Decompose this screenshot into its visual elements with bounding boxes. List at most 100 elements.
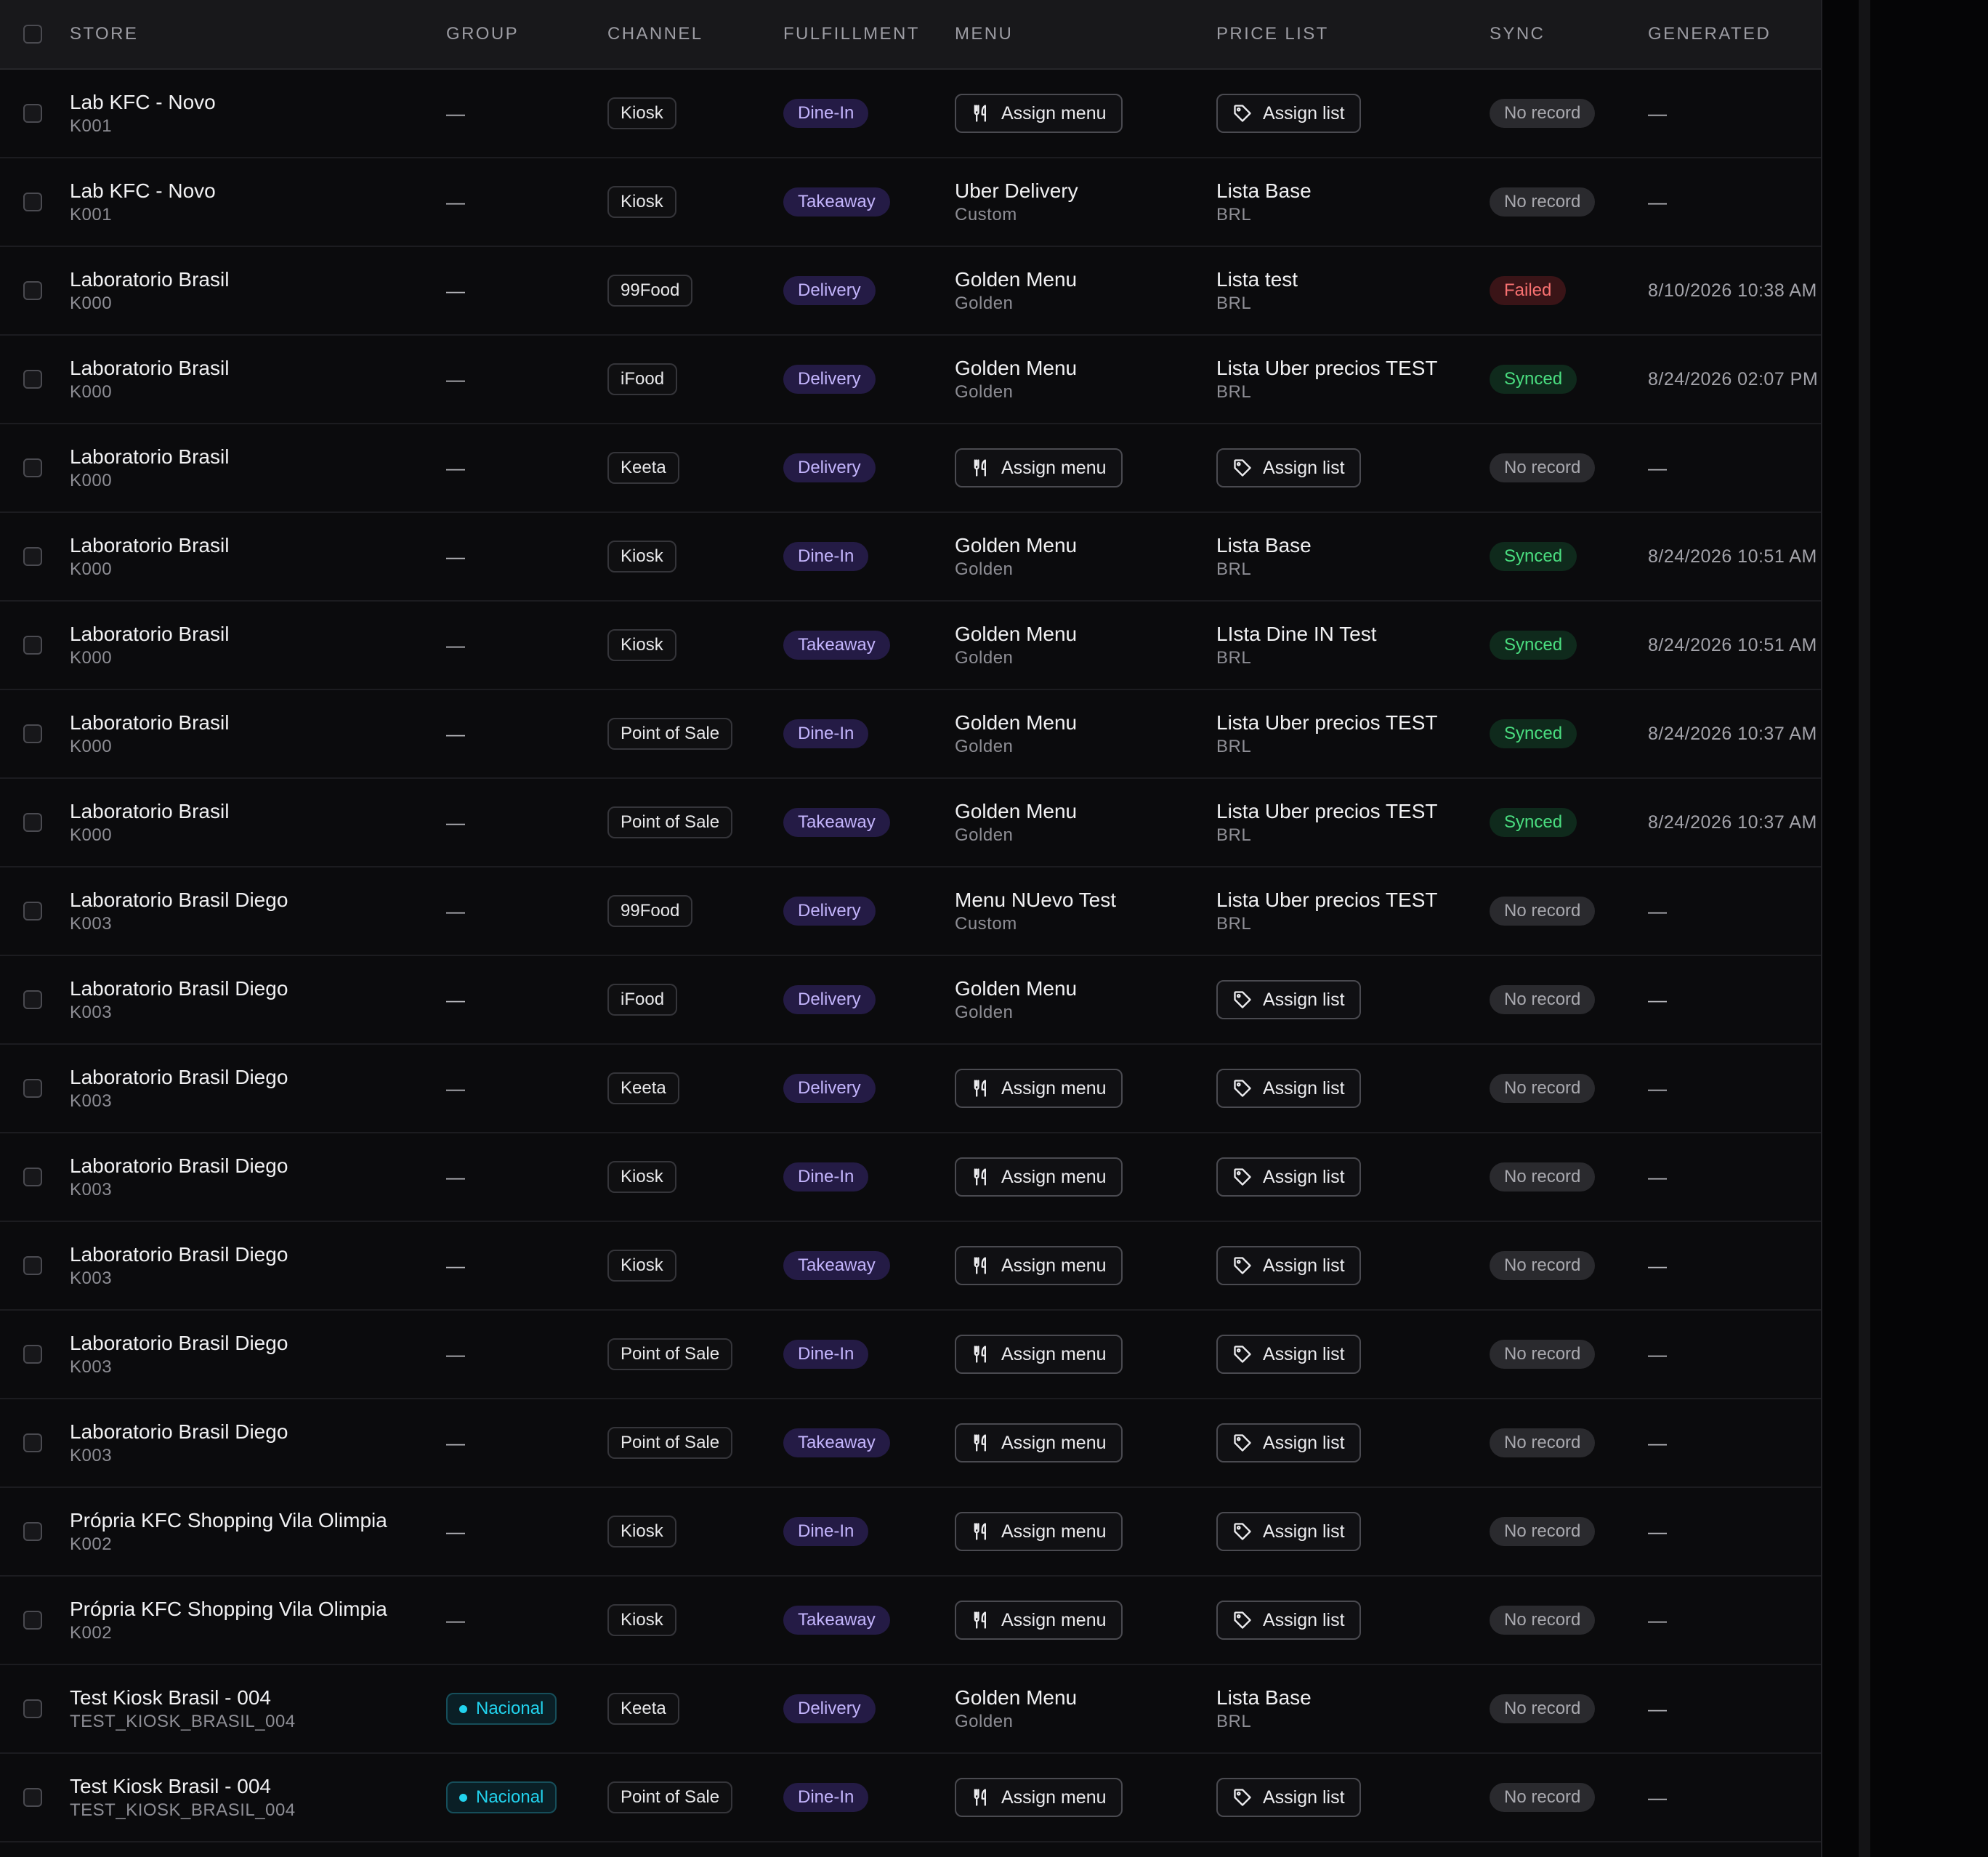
row-checkbox[interactable] [23, 1168, 42, 1186]
price-list-cell: Lista Base BRL [1216, 158, 1312, 246]
group-cell: Nacional [446, 1754, 557, 1841]
assign-menu-button[interactable]: Assign menu [955, 1512, 1123, 1551]
menu-type: Golden [955, 737, 1014, 756]
assign-list-button[interactable]: Assign list [1216, 1601, 1361, 1640]
tag-icon [1232, 1255, 1253, 1276]
row-checkbox[interactable] [23, 104, 42, 123]
row-checkbox[interactable] [23, 1433, 42, 1452]
group-empty: — [446, 1520, 465, 1542]
assign-menu-button[interactable]: Assign menu [955, 1246, 1123, 1285]
scrollbar-track[interactable] [1859, 0, 1870, 1857]
assign-menu-button[interactable]: Assign menu [955, 1778, 1123, 1817]
header-sync[interactable]: SYNC [1490, 0, 1545, 68]
table-row[interactable]: Laboratorio Brasil Diego K003 — Point of… [0, 1311, 1821, 1399]
assign-list-button[interactable]: Assign list [1216, 1246, 1361, 1285]
row-checkbox[interactable] [23, 724, 42, 743]
store-code: K002 [70, 1534, 113, 1554]
assign-menu-button[interactable]: Assign menu [955, 1601, 1123, 1640]
select-all-checkbox[interactable] [23, 25, 42, 44]
store-name: Laboratorio Brasil Diego [70, 1332, 288, 1354]
table-row[interactable]: Laboratorio Brasil K000 — Point of Sale … [0, 690, 1821, 779]
assign-list-button[interactable]: Assign list [1216, 1069, 1361, 1108]
assign-menu-button[interactable]: Assign menu [955, 448, 1123, 487]
table-row[interactable]: Laboratorio Brasil Diego K003 — Point of… [0, 1399, 1821, 1488]
channel-chip: Kiosk [607, 1250, 676, 1282]
utensils-icon [971, 1433, 991, 1453]
assign-list-button[interactable]: Assign list [1216, 1778, 1361, 1817]
assign-list-button[interactable]: Assign list [1216, 1335, 1361, 1374]
utensils-icon [971, 1167, 991, 1187]
header-generated[interactable]: GENERATED [1648, 0, 1771, 68]
table-row[interactable]: Laboratorio Brasil K000 — iFood Delivery… [0, 336, 1821, 424]
utensils-icon [971, 1521, 991, 1542]
assign-list-button[interactable]: Assign list [1216, 980, 1361, 1019]
header-price-list[interactable]: PRICE LIST [1216, 0, 1329, 68]
menu-type: Golden [955, 1003, 1014, 1022]
assign-list-button[interactable]: Assign list [1216, 1423, 1361, 1462]
table-row[interactable]: Laboratorio Brasil Diego K003 — 99Food D… [0, 867, 1821, 956]
sync-cell: Synced [1490, 602, 1577, 689]
row-checkbox[interactable] [23, 1256, 42, 1275]
sync-status-badge: No record [1490, 1606, 1596, 1635]
table-row[interactable]: Laboratorio Brasil K000 — Kiosk Takeaway… [0, 602, 1821, 690]
row-checkbox[interactable] [23, 1079, 42, 1098]
row-checkbox[interactable] [23, 990, 42, 1009]
assign-menu-button[interactable]: Assign menu [955, 1423, 1123, 1462]
table-row[interactable]: Lab KFC - Novo K001 — Kiosk Takeaway Ube… [0, 158, 1821, 247]
assign-list-button[interactable]: Assign list [1216, 1512, 1361, 1551]
assign-menu-button[interactable]: Assign menu [955, 1335, 1123, 1374]
fulfillment-badge: Delivery [783, 897, 876, 926]
row-checkbox[interactable] [23, 281, 42, 300]
store-cell: Laboratorio Brasil Diego K003 [70, 867, 288, 955]
row-checkbox[interactable] [23, 902, 42, 921]
fulfillment-cell: Dine-In [783, 70, 869, 157]
row-checkbox[interactable] [23, 193, 42, 211]
row-checkbox[interactable] [23, 1611, 42, 1630]
header-channel[interactable]: CHANNEL [607, 0, 703, 68]
assign-list-button[interactable]: Assign list [1216, 448, 1361, 487]
table-row[interactable]: Test Kiosk Brasil - 004 TEST_KIOSK_BRASI… [0, 1754, 1821, 1842]
table-row[interactable]: Própria KFC Shopping Vila Olimpia K002 —… [0, 1488, 1821, 1577]
table-row[interactable]: Laboratorio Brasil Diego K003 — iFood De… [0, 956, 1821, 1045]
table-row[interactable]: Laboratorio Brasil K000 — Kiosk Dine-In … [0, 513, 1821, 602]
table-row[interactable]: Laboratorio Brasil K000 — Point of Sale … [0, 779, 1821, 867]
row-checkbox[interactable] [23, 1522, 42, 1541]
assign-menu-button[interactable]: Assign menu [955, 1157, 1123, 1197]
header-menu[interactable]: MENU [955, 0, 1013, 68]
table-row[interactable]: Lab KFC - Novo K001 — Kiosk Dine-In Assi… [0, 70, 1821, 158]
table-row[interactable]: Laboratorio Brasil Diego K003 — Kiosk Di… [0, 1133, 1821, 1222]
table-row[interactable]: Própria KFC Shopping Vila Olimpia K002 —… [0, 1577, 1821, 1665]
generated-empty: — [1648, 1520, 1667, 1542]
store-code: K000 [70, 825, 113, 845]
table-row[interactable]: Laboratorio Brasil K000 — 99Food Deliver… [0, 247, 1821, 336]
row-checkbox[interactable] [23, 1788, 42, 1807]
assign-menu-button[interactable]: Assign menu [955, 94, 1123, 133]
assign-menu-label: Assign menu [1001, 1344, 1107, 1364]
row-checkbox[interactable] [23, 547, 42, 566]
group-empty: — [446, 1343, 465, 1365]
header-fulfillment[interactable]: FULFILLMENT [783, 0, 920, 68]
row-checkbox[interactable] [23, 1699, 42, 1718]
assign-menu-button[interactable]: Assign menu [955, 1069, 1123, 1108]
row-select-cell [23, 867, 42, 955]
table-row[interactable]: Laboratorio Brasil Diego K003 — Keeta De… [0, 1045, 1821, 1133]
header-store[interactable]: STORE [70, 0, 138, 68]
row-checkbox[interactable] [23, 458, 42, 477]
assign-list-button[interactable]: Assign list [1216, 1157, 1361, 1197]
table-row[interactable]: Laboratorio Brasil K000 — Keeta Delivery… [0, 424, 1821, 513]
generated-cell: — [1648, 1665, 1667, 1752]
table-row[interactable]: Laboratorio Brasil Diego K003 — Kiosk Ta… [0, 1222, 1821, 1311]
store-name: Laboratorio Brasil [70, 268, 230, 291]
header-group[interactable]: GROUP [446, 0, 519, 68]
assign-list-button[interactable]: Assign list [1216, 94, 1361, 133]
row-checkbox[interactable] [23, 1345, 42, 1364]
group-cell: — [446, 158, 465, 246]
fulfillment-cell: Takeaway [783, 602, 890, 689]
fulfillment-cell: Dine-In [783, 1488, 869, 1575]
row-checkbox[interactable] [23, 370, 42, 389]
row-checkbox[interactable] [23, 813, 42, 832]
table-row[interactable]: Test Kiosk Brasil - 004 TEST_KIOSK_BRASI… [0, 1665, 1821, 1754]
store-name: Laboratorio Brasil [70, 623, 230, 645]
channel-cell: Kiosk [607, 70, 676, 157]
row-checkbox[interactable] [23, 636, 42, 655]
